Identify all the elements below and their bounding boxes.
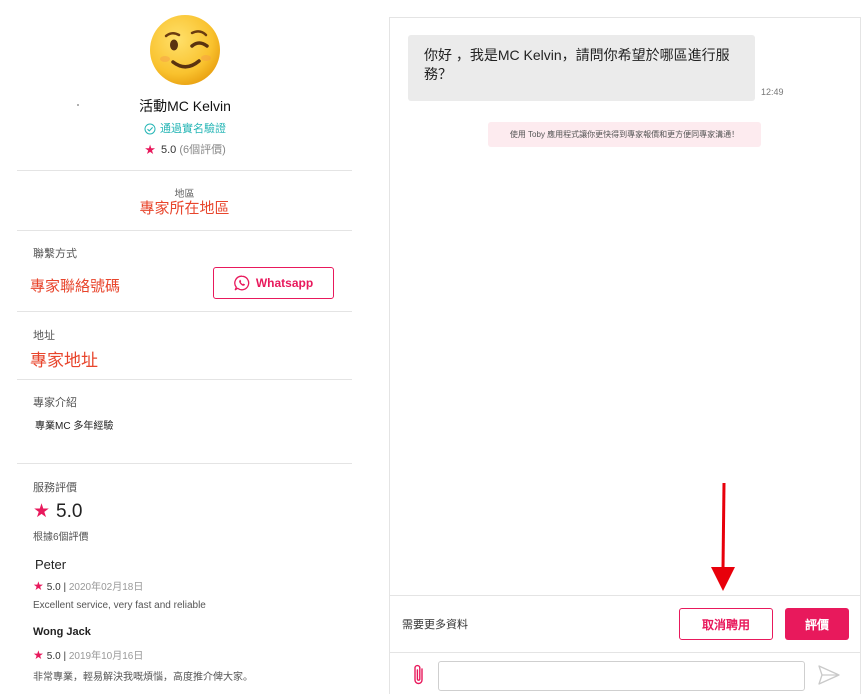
contact-phone: 專家聯絡號碼 <box>30 278 121 295</box>
divider <box>17 379 352 380</box>
check-circle-icon <box>144 123 156 135</box>
review-date: 2020年02月18日 <box>68 582 144 593</box>
divider <box>17 230 352 231</box>
annotation-arrow-icon <box>711 483 735 591</box>
reviews-label: 服務評價 <box>33 482 77 494</box>
region-value: 專家所在地區 <box>139 200 230 217</box>
message-input[interactable] <box>438 661 805 691</box>
review-separator: | <box>63 582 67 593</box>
address-label: 地址 <box>33 330 55 342</box>
chat-message-bubble: 你好 ，我是MC Kelvin，請問你希望於哪區進行服務？ <box>408 35 755 101</box>
review-separator: | <box>63 651 67 662</box>
need-more-info-label: 需要更多資料 <box>402 619 468 631</box>
address-value: 專家地址 <box>30 351 98 370</box>
star-icon: ★ <box>33 501 51 522</box>
send-icon[interactable] <box>818 665 840 685</box>
expert-profile-panel: 活動MC Kelvin 通過實名驗證 ★ 5.0 (6個評價) 地區 專家所在地… <box>0 0 370 694</box>
chat-message-time: 12:49 <box>761 87 784 97</box>
expert-name: 活動MC Kelvin <box>139 98 231 114</box>
verified-badge: 通過實名驗證 <box>0 120 370 136</box>
chat-panel: 你好 ，我是MC Kelvin，請問你希望於哪區進行服務？ 12:49 使用 T… <box>389 17 861 694</box>
winking-face-avatar-icon <box>150 15 220 85</box>
contact-label: 聯繫方式 <box>33 248 77 260</box>
divider <box>17 463 352 464</box>
review-button[interactable]: 評價 <box>785 608 849 640</box>
profile-rating-count: (6個評價) <box>179 144 226 156</box>
chat-action-bar: 需要更多資料 取消聘用 評價 <box>390 595 860 652</box>
overall-score-value: 5.0 <box>56 501 83 522</box>
whatsapp-icon <box>234 275 250 291</box>
review-count: 根據6個評價 <box>33 532 89 543</box>
review-rating: 5.0 <box>46 582 61 593</box>
divider <box>17 311 352 312</box>
review-rating: 5.0 <box>46 651 61 662</box>
app-promo-notice: 使用 Toby 應用程式讓你更快得到專家報價和更方便同專家溝通！ <box>488 122 761 147</box>
review-meta: ★ 5.0 | 2019年10月16日 <box>33 647 143 662</box>
whatsapp-button-label: Whatsapp <box>255 276 314 290</box>
review-meta: ★ 5.0 | 2020年02月18日 <box>33 578 143 593</box>
paperclip-icon[interactable] <box>412 663 426 687</box>
chat-input-bar <box>390 652 860 694</box>
overall-score: ★ 5.0 <box>33 500 82 523</box>
cancel-hire-button[interactable]: 取消聘用 <box>679 608 773 640</box>
review-text: 非常專業，輕易解決我嘅煩惱，高度推介俾大家。 <box>33 672 253 683</box>
intro-label: 專家介紹 <box>33 397 77 409</box>
reviewer-name: Wong Jack <box>33 626 91 638</box>
review-text: Excellent service, very fast and reliabl… <box>33 600 206 611</box>
profile-rating: ★ 5.0 (6個評價) <box>0 141 370 158</box>
review-date: 2019年10月16日 <box>68 651 144 662</box>
star-icon: ★ <box>33 579 44 593</box>
whatsapp-button[interactable]: Whatsapp <box>213 267 334 299</box>
divider <box>17 170 352 171</box>
verified-text: 通過實名驗證 <box>160 123 226 135</box>
intro-text: 專業MC 多年經驗 <box>35 421 114 432</box>
star-icon: ★ <box>144 142 156 157</box>
reviewer-name: Peter <box>35 557 67 572</box>
profile-rating-value: 5.0 <box>160 144 177 156</box>
star-icon: ★ <box>33 648 44 662</box>
